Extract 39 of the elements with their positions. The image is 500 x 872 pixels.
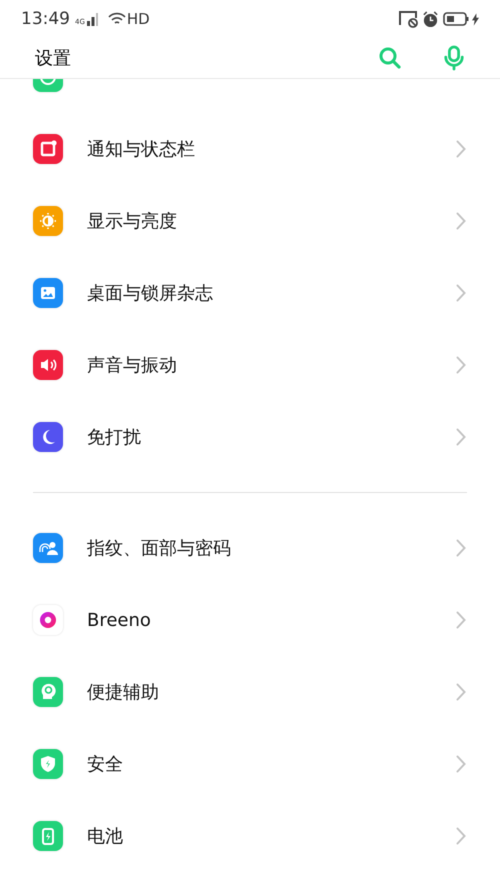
- battery-icon: [443, 12, 469, 26]
- alarm-icon: [422, 10, 439, 28]
- settings-row[interactable]: 声音与振动: [0, 329, 500, 401]
- chevron-icon: [456, 755, 466, 773]
- settings-label: 通知与状态栏: [87, 138, 196, 162]
- wifi-icon: [108, 12, 126, 26]
- settings-label: 声音与振动: [87, 354, 178, 378]
- settings-label: 指纹、面部与密码: [87, 536, 232, 560]
- settings-row[interactable]: Breeno: [0, 584, 500, 656]
- settings-row[interactable]: 便捷辅助: [0, 656, 500, 728]
- settings-row[interactable]: 安全: [0, 728, 500, 800]
- settings-row[interactable]: 免打扰: [0, 401, 500, 473]
- charging-icon: [472, 12, 479, 26]
- chevron-icon: [456, 539, 466, 557]
- cast-icon: [399, 10, 419, 28]
- settings-label: 显示与亮度: [87, 210, 178, 234]
- chevron-icon: [456, 140, 466, 158]
- chevron-icon: [456, 827, 466, 845]
- settings-row[interactable]: 显示与亮度: [0, 185, 500, 257]
- chevron-icon: [456, 611, 466, 629]
- signal-icon: [86, 12, 100, 26]
- status-time: 13:49: [21, 8, 70, 31]
- settings-row[interactable]: 桌面与锁屏杂志: [0, 257, 500, 329]
- chevron-icon: [456, 356, 466, 374]
- chevron-icon: [456, 284, 466, 302]
- settings-label: Breeno: [87, 608, 152, 632]
- chevron-icon: [456, 212, 466, 230]
- settings-row[interactable]: 指纹、面部与密码: [0, 512, 500, 584]
- settings-label: 电池: [87, 824, 124, 848]
- settings-label: 安全: [87, 752, 124, 776]
- settings-row[interactable]: 通知与状态栏: [0, 113, 500, 185]
- settings-label: 桌面与锁屏杂志: [87, 282, 214, 306]
- chevron-icon: [456, 428, 466, 446]
- chevron-icon: [456, 683, 466, 701]
- settings-row[interactable]: 电池: [0, 800, 500, 872]
- settings-label: 便捷辅助: [87, 680, 160, 704]
- settings-label: 免打扰: [87, 426, 142, 450]
- wifi-label: HD: [126, 9, 150, 30]
- page-title: 设置: [35, 46, 71, 71]
